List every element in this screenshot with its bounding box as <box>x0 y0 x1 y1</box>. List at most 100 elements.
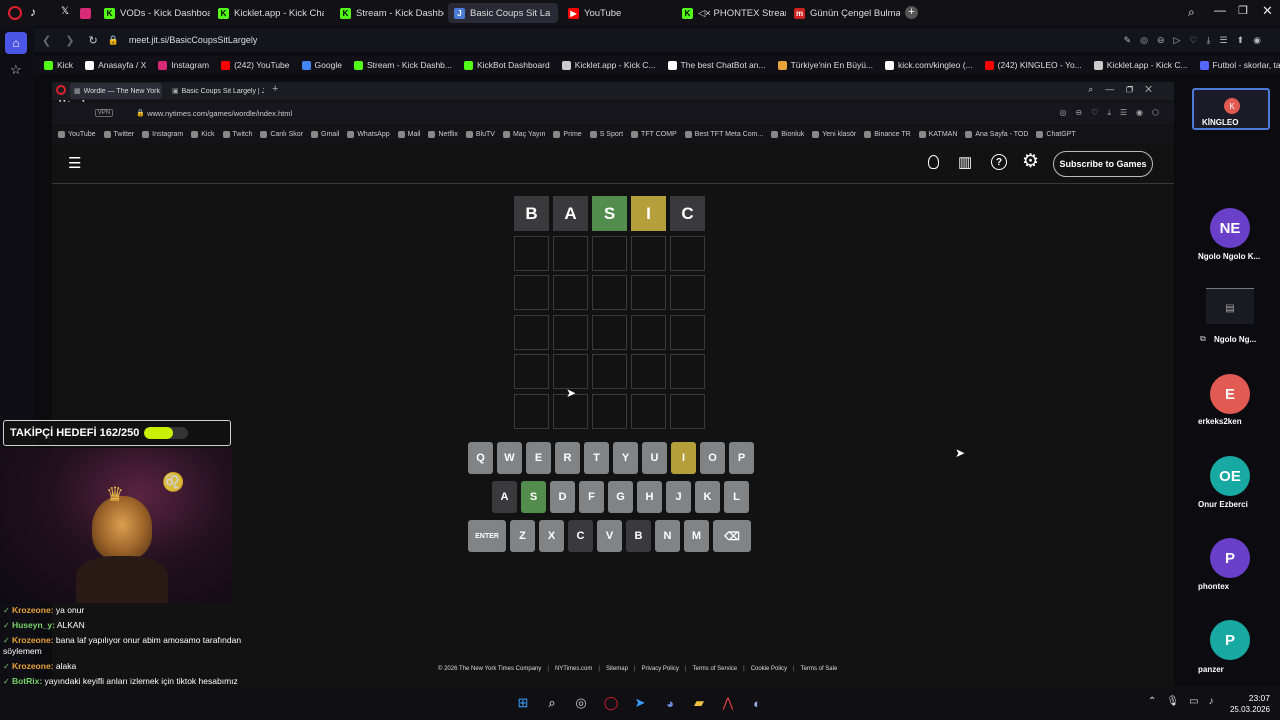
participant-avatar[interactable]: E <box>1210 374 1250 414</box>
inner-address-input[interactable]: www.nytimes.com/games/wordle/index.html <box>147 109 292 118</box>
riot-games-icon[interactable]: ⋀ <box>719 694 737 712</box>
footer-link[interactable]: Terms of Sale <box>801 666 838 672</box>
search-icon[interactable]: ⌕ <box>543 694 561 712</box>
key-j[interactable]: J <box>666 481 691 513</box>
participant-avatar[interactable]: P <box>1210 620 1250 660</box>
key-r[interactable]: R <box>555 442 580 474</box>
participant-avatar[interactable]: OE <box>1210 456 1250 496</box>
key-c[interactable]: C <box>568 520 593 552</box>
outer-tab-4[interactable]: ▶ YouTube <box>562 3 662 23</box>
inner-bookmark-item[interactable]: Bionluk <box>771 130 804 138</box>
inner-bookmark-item[interactable]: Canlı Skor <box>260 130 303 138</box>
bookmark-item[interactable]: Instagram <box>158 60 209 70</box>
inner-bookmark-item[interactable]: S Sport <box>589 130 623 138</box>
inner-bookmark-item[interactable]: Netflix <box>428 130 458 138</box>
key-s[interactable]: S <box>521 481 546 513</box>
outer-tab-1[interactable]: KKicklet.app - Kick Chatbot <box>212 3 324 23</box>
opera-logo-icon[interactable] <box>8 6 22 20</box>
key-l[interactable]: L <box>724 481 749 513</box>
file-explorer-icon[interactable]: ▰ <box>690 694 708 712</box>
inner-bookmark-item[interactable]: Instagram <box>142 130 183 138</box>
inner-bookmark-item[interactable]: ChatGPT <box>1036 130 1076 138</box>
bookmark-item[interactable]: Kicklet.app - Kick C... <box>1093 60 1188 70</box>
inner-bookmark-item[interactable]: Yeni klasör <box>812 130 856 138</box>
key-e[interactable]: E <box>526 442 551 474</box>
inner-bookmark-item[interactable]: Mail <box>397 130 420 138</box>
key-z[interactable]: Z <box>510 520 535 552</box>
reload-icon[interactable]: ↻ <box>88 34 97 47</box>
opera-logo-icon[interactable] <box>56 85 66 95</box>
enter-key[interactable]: ENTER <box>468 520 506 552</box>
footer-link[interactable]: Sitemap <box>606 666 628 672</box>
new-tab-button[interactable]: + <box>272 83 278 95</box>
bookmark-item[interactable]: Stream - Kick Dashb... <box>353 60 452 70</box>
bookmark-item[interactable]: Anasayfa / X <box>85 60 146 70</box>
key-u[interactable]: U <box>642 442 667 474</box>
footer-link[interactable]: Cookie Policy <box>751 666 787 672</box>
participant-avatar[interactable]: NE <box>1210 208 1250 248</box>
key-n[interactable]: N <box>655 520 680 552</box>
inner-bookmark-item[interactable]: Twitch <box>222 130 252 138</box>
address-input[interactable]: meet.jit.si/BasicCoupsSitLargely <box>129 35 258 45</box>
key-g[interactable]: G <box>608 481 633 513</box>
forward-icon[interactable]: ❯ <box>65 34 74 47</box>
inner-tab-1[interactable]: ▣ Basic Coups Sit Largely | J <box>168 83 264 99</box>
inner-bookmark-item[interactable]: KATMAN <box>918 130 957 138</box>
inner-bookmark-item[interactable]: TFT COMP <box>631 130 677 138</box>
inner-bookmark-item[interactable]: Gmail <box>311 130 339 138</box>
key-y[interactable]: Y <box>613 442 638 474</box>
outer-tab-6[interactable]: mGünün Çengel Bulmacası <box>788 3 900 23</box>
windows-start-icon[interactable]: ⊞ <box>514 694 532 712</box>
key-a[interactable]: A <box>492 481 517 513</box>
key-b[interactable]: B <box>626 520 651 552</box>
subscribe-button[interactable]: Subscribe to Games <box>1053 151 1153 177</box>
bookmark-item[interactable]: (242) KINGLEO - Yo... <box>984 60 1082 70</box>
opera-icon[interactable]: ◯ <box>602 694 620 712</box>
inner-bookmark-item[interactable]: Ana Sayfa - TOD <box>965 130 1028 138</box>
bookmark-item[interactable]: Kicklet.app - Kick C... <box>561 60 656 70</box>
outer-tab-2[interactable]: KStream - Kick Dashboard <box>334 3 444 23</box>
clock[interactable]: 23:07 25.03.2026 <box>1226 693 1270 714</box>
inner-bookmark-item[interactable]: Twitter <box>103 130 134 138</box>
steam-icon[interactable]: ◐ <box>748 694 766 712</box>
bookmark-item[interactable]: The best ChatBot an... <box>667 60 766 70</box>
inner-bookmark-item[interactable]: Best TFT Meta Com... <box>684 130 763 138</box>
star-icon[interactable]: ☆ <box>10 62 22 78</box>
key-d[interactable]: D <box>550 481 575 513</box>
home-icon[interactable]: ⌂ <box>5 32 27 54</box>
inner-toolbar-icons[interactable]: ◎⊖♡⤓☰◉⬡ <box>1059 108 1168 118</box>
bookmark-item[interactable]: (242) YouTube <box>221 60 290 70</box>
outer-tab-0[interactable]: KVODs - Kick Dashboard <box>98 3 210 23</box>
tray-icons[interactable]: ⌃🎙▭♪ <box>1148 696 1224 707</box>
key-x[interactable]: X <box>539 520 564 552</box>
new-tab-button[interactable]: + <box>905 6 918 19</box>
minimize-icon[interactable]: — <box>1214 3 1226 17</box>
inner-bookmark-item[interactable]: Prime <box>553 130 582 138</box>
settings-gear-icon[interactable]: ⚙ <box>1022 150 1039 173</box>
key-p[interactable]: P <box>729 442 754 474</box>
chrome-icon[interactable]: ◎ <box>572 694 590 712</box>
backspace-key[interactable]: ⌫ <box>713 520 751 552</box>
bookmark-item[interactable]: KickBot Dashboard <box>463 60 550 70</box>
outer-tab-3[interactable]: J Basic Coups Sit La <box>448 3 558 23</box>
key-k[interactable]: K <box>695 481 720 513</box>
inner-tab-0[interactable]: ▦ Wordle — The New York <box>70 83 162 99</box>
help-icon[interactable]: ? <box>991 154 1007 170</box>
inner-bookmark-item[interactable]: Binance TR <box>864 130 911 138</box>
maximize-icon[interactable]: ❐ <box>1238 4 1248 17</box>
hint-bulb-icon[interactable] <box>928 155 939 169</box>
telegram-icon[interactable]: ➤ <box>631 694 649 712</box>
footer-link[interactable]: Terms of Service <box>692 666 737 672</box>
footer-link[interactable]: Privacy Policy <box>642 666 679 672</box>
inner-bookmark-item[interactable]: WhatsApp <box>347 130 390 138</box>
stats-icon[interactable]: ▥ <box>958 153 972 171</box>
bookmark-item[interactable]: Futbol - skorlar, tak... <box>1199 60 1280 70</box>
discord-icon[interactable]: ◕ <box>661 694 679 712</box>
participant-avatar[interactable]: P <box>1210 538 1250 578</box>
close-window-icon[interactable]: ✕ <box>1262 3 1273 19</box>
key-v[interactable]: V <box>597 520 622 552</box>
key-t[interactable]: T <box>584 442 609 474</box>
inner-window-controls-icon[interactable]: ⌕—❐✕ <box>1088 84 1164 95</box>
inner-bookmark-item[interactable]: YouTube <box>58 130 96 138</box>
key-w[interactable]: W <box>497 442 522 474</box>
